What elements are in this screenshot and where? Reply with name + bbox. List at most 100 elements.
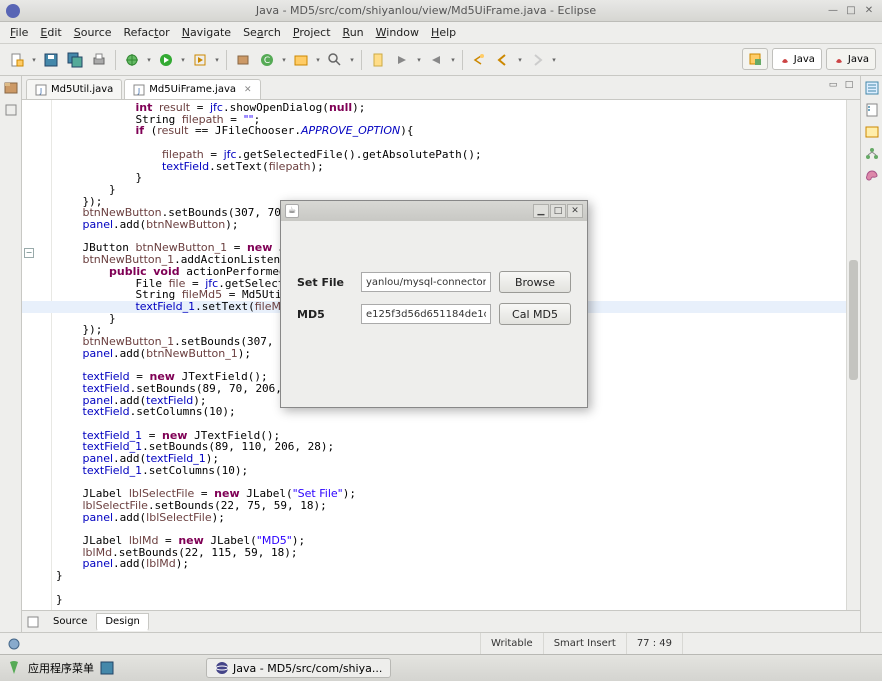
- vertical-scrollbar[interactable]: [846, 100, 860, 610]
- search-button[interactable]: [324, 49, 346, 71]
- tab-label: Md5UiFrame.java: [149, 84, 236, 95]
- menu-search[interactable]: Search: [237, 24, 287, 41]
- perspective-java-1[interactable]: Java: [772, 48, 822, 70]
- problems-icon[interactable]: [864, 124, 880, 140]
- new-class-dropdown[interactable]: ▾: [280, 56, 288, 64]
- set-file-input[interactable]: [361, 272, 491, 292]
- next-annotation-dropdown[interactable]: ▾: [415, 56, 423, 64]
- os-taskbar: 应用程序菜单 Java - MD5/src/com/shiya...: [0, 654, 882, 681]
- right-trim: [860, 76, 882, 632]
- maximize-view-icon[interactable]: □: [842, 78, 856, 92]
- menu-navigate[interactable]: Navigate: [176, 24, 237, 41]
- structure-icon[interactable]: [864, 146, 880, 162]
- run-button[interactable]: [155, 49, 177, 71]
- menu-refactor[interactable]: Refactor: [118, 24, 176, 41]
- left-trim: [0, 76, 22, 632]
- package-explorer-icon[interactable]: [3, 80, 19, 96]
- apps-menu-icon[interactable]: [6, 660, 22, 676]
- tab-source[interactable]: Source: [44, 613, 96, 631]
- new-package-button[interactable]: [232, 49, 254, 71]
- menu-window[interactable]: Window: [370, 24, 425, 41]
- menu-run[interactable]: Run: [337, 24, 370, 41]
- java-file-icon: J: [35, 84, 47, 96]
- close-button[interactable]: ✕: [862, 4, 876, 18]
- prev-annotation-dropdown[interactable]: ▾: [449, 56, 457, 64]
- menu-file[interactable]: File: [4, 24, 34, 41]
- menu-project[interactable]: Project: [287, 24, 337, 41]
- java-file-icon: J: [133, 84, 145, 96]
- source-tab-icon: [26, 615, 40, 629]
- eclipse-task-icon: [215, 661, 229, 675]
- md5-label: MD5: [297, 308, 353, 321]
- taskbar-eclipse[interactable]: Java - MD5/src/com/shiya...: [206, 658, 391, 678]
- open-type-dropdown[interactable]: ▾: [314, 56, 322, 64]
- set-file-label: Set File: [297, 276, 353, 289]
- forward-button[interactable]: [526, 49, 548, 71]
- window-titlebar: Java - MD5/src/com/shiyanlou/view/Md5UiF…: [0, 0, 882, 22]
- perspective-java-2[interactable]: Java: [826, 48, 876, 70]
- md5-dialog: ☕ ▁ □ ✕ Set File Browse MD5 Cal MD5: [280, 200, 588, 408]
- new-class-button[interactable]: C: [256, 49, 278, 71]
- taskbar-label: Java - MD5/src/com/shiya...: [233, 662, 382, 675]
- status-icon: [6, 636, 22, 652]
- menu-edit[interactable]: Edit: [34, 24, 67, 41]
- outline-icon[interactable]: [864, 80, 880, 96]
- tab-md5uiframe[interactable]: J Md5UiFrame.java ✕: [124, 79, 260, 99]
- forward-dropdown[interactable]: ▾: [550, 56, 558, 64]
- dialog-maximize-button[interactable]: □: [550, 204, 566, 218]
- search-dropdown[interactable]: ▾: [348, 56, 356, 64]
- main-toolbar: ▾ ▾ ▾ ▾ C ▾ ▾ ▾ ▾ ▾ ▾ ▾ Java Java: [0, 44, 882, 76]
- menu-help[interactable]: Help: [425, 24, 462, 41]
- prev-annotation-button[interactable]: [425, 49, 447, 71]
- run-dropdown[interactable]: ▾: [179, 56, 187, 64]
- open-perspective-button[interactable]: [742, 48, 768, 70]
- cal-md5-button[interactable]: Cal MD5: [499, 303, 571, 325]
- back-button[interactable]: [492, 49, 514, 71]
- restore-icon[interactable]: [3, 102, 19, 118]
- debug-button[interactable]: [121, 49, 143, 71]
- save-all-button[interactable]: [64, 49, 86, 71]
- tab-design[interactable]: Design: [96, 613, 149, 631]
- toggle-mark-button[interactable]: [367, 49, 389, 71]
- save-button[interactable]: [40, 49, 62, 71]
- maximize-button[interactable]: □: [844, 4, 858, 18]
- dialog-close-button[interactable]: ✕: [567, 204, 583, 218]
- debug-dropdown[interactable]: ▾: [145, 56, 153, 64]
- window-title: Java - MD5/src/com/shiyanlou/view/Md5UiF…: [26, 4, 826, 17]
- palette-icon[interactable]: [864, 168, 880, 184]
- task-list-icon[interactable]: [864, 102, 880, 118]
- menu-source[interactable]: Source: [68, 24, 118, 41]
- fold-marker[interactable]: −: [24, 248, 34, 258]
- browse-button[interactable]: Browse: [499, 271, 571, 293]
- dialog-minimize-button[interactable]: ▁: [533, 204, 549, 218]
- run-last-dropdown[interactable]: ▾: [213, 56, 221, 64]
- apps-menu-label[interactable]: 应用程序菜单: [28, 660, 94, 676]
- svg-text:J: J: [39, 87, 42, 95]
- show-desktop-icon[interactable]: [100, 661, 114, 675]
- dialog-titlebar[interactable]: ☕ ▁ □ ✕: [281, 201, 587, 221]
- new-button[interactable]: [6, 49, 28, 71]
- minimize-button[interactable]: —: [826, 4, 840, 18]
- editor-bottom-tabs: Source Design: [22, 610, 860, 632]
- status-bar: Writable Smart Insert 77 : 49: [0, 632, 882, 654]
- next-annotation-button[interactable]: [391, 49, 413, 71]
- status-position: 77 : 49: [626, 633, 682, 654]
- menu-bar: File Edit Source Refactor Navigate Searc…: [0, 22, 882, 44]
- tab-md5util[interactable]: J Md5Util.java: [26, 79, 122, 99]
- tab-close-icon[interactable]: ✕: [244, 85, 252, 95]
- tab-label: Md5Util.java: [51, 84, 113, 95]
- editor-tabbar: J Md5Util.java J Md5UiFrame.java ✕ ▭ □: [22, 76, 860, 100]
- status-writable: Writable: [480, 633, 543, 654]
- minimize-view-icon[interactable]: ▭: [826, 78, 840, 92]
- back-dropdown[interactable]: ▾: [516, 56, 524, 64]
- new-dropdown[interactable]: ▾: [30, 56, 38, 64]
- eclipse-icon: [6, 4, 20, 18]
- last-edit-button[interactable]: [468, 49, 490, 71]
- svg-text:C: C: [264, 56, 270, 66]
- open-type-button[interactable]: [290, 49, 312, 71]
- print-button[interactable]: [88, 49, 110, 71]
- md5-input[interactable]: [361, 304, 491, 324]
- run-last-button[interactable]: [189, 49, 211, 71]
- fold-gutter: −: [22, 100, 52, 610]
- scrollbar-thumb[interactable]: [849, 260, 858, 380]
